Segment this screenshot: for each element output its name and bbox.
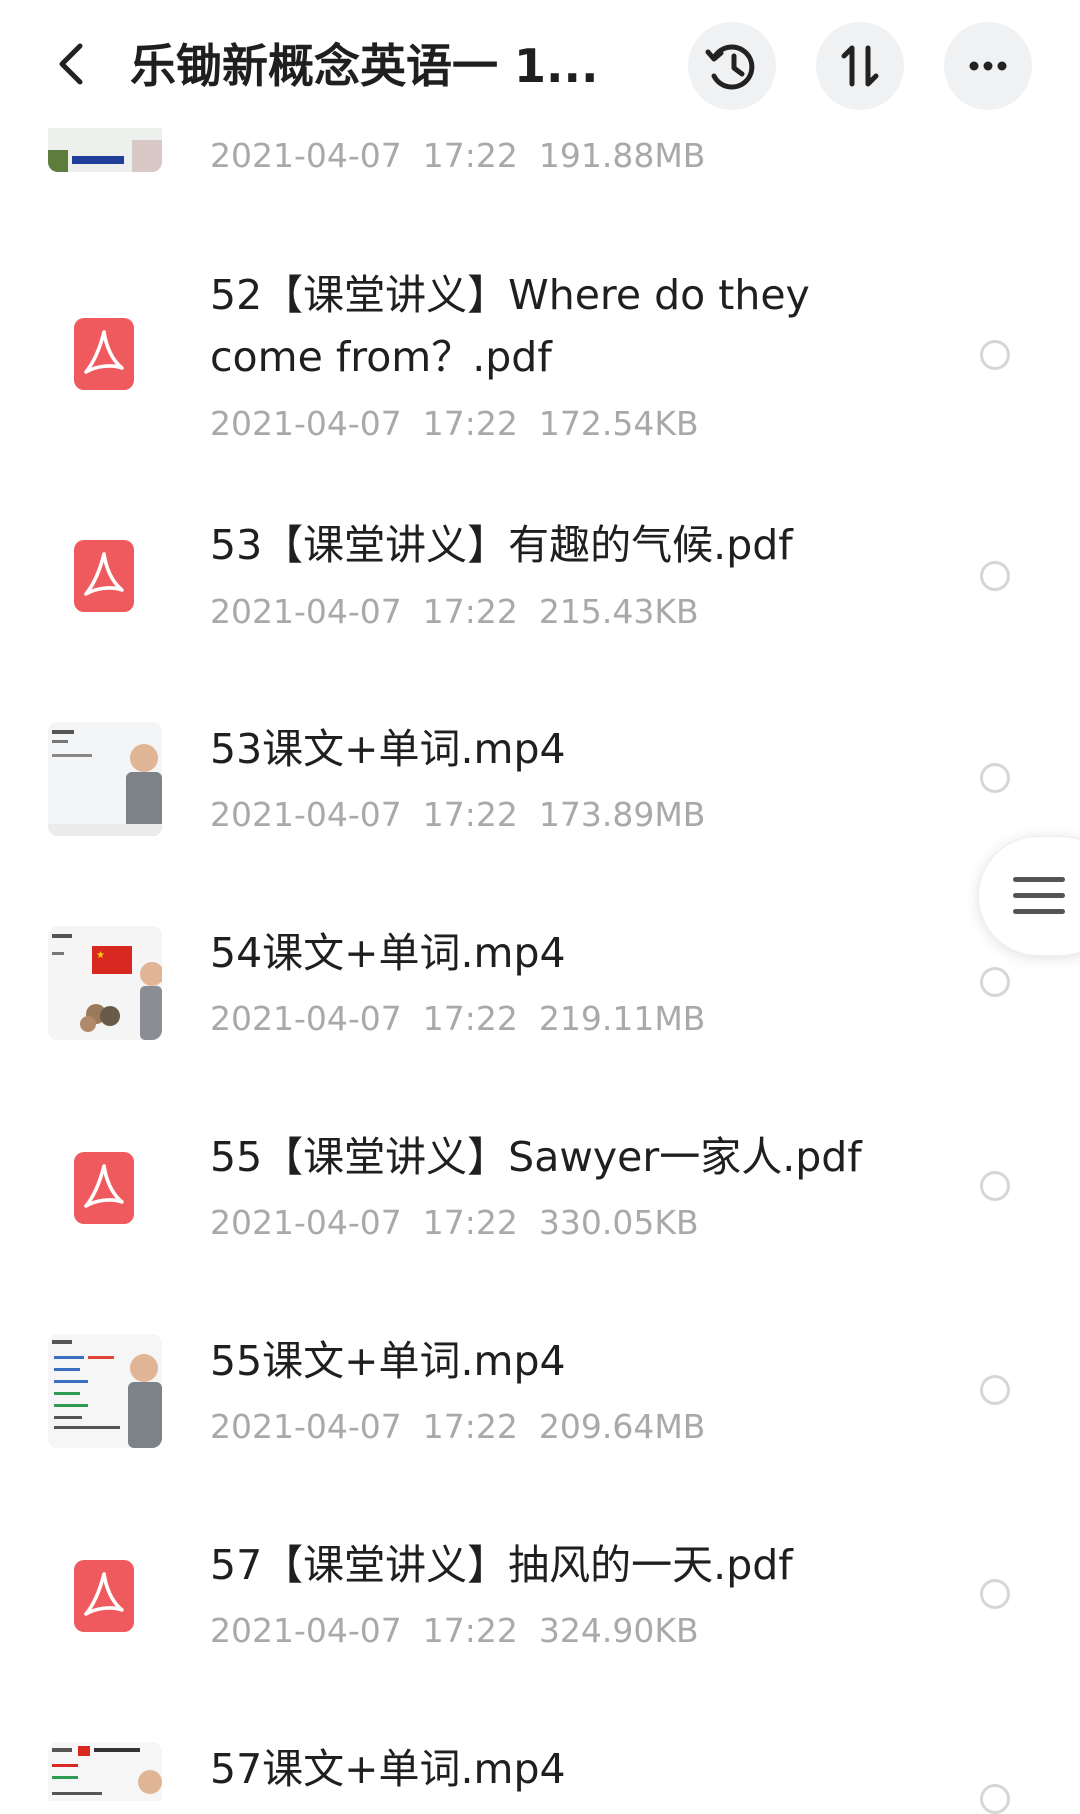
file-name: 54课文+单词.mp4: [210, 929, 566, 977]
file-meta: 2021-04-07 17:22 191.88MB: [210, 136, 706, 175]
history-button[interactable]: [688, 22, 776, 110]
select-radio[interactable]: [980, 1784, 1010, 1814]
select-radio[interactable]: [980, 1375, 1010, 1405]
file-name: 57课文+单词.mp4: [210, 1745, 566, 1793]
select-radio[interactable]: [980, 967, 1010, 997]
file-name: 52【课堂讲义】Where do they come from？.pdf: [210, 271, 810, 381]
select-radio[interactable]: [980, 340, 1010, 370]
file-name: 53课文+单词.mp4: [210, 725, 566, 773]
file-meta: 2021-04-07 17:22 173.89MB: [210, 795, 706, 834]
select-radio[interactable]: [980, 1171, 1010, 1201]
select-radio[interactable]: [980, 561, 1010, 591]
page-title: 乐锄新概念英语一 1...: [130, 39, 599, 93]
top-app-bar: 乐锄新概念英语一 1...: [0, 0, 1080, 128]
back-icon: [59, 43, 83, 85]
menu-line-icon: [1013, 877, 1065, 882]
file-meta: 2021-04-07 17:22 172.54KB: [210, 404, 699, 443]
file-name: 57【课堂讲义】抽风的一天.pdf: [210, 1541, 793, 1589]
file-name: 55【课堂讲义】Sawyer一家人.pdf: [210, 1133, 862, 1181]
video-thumbnail: [48, 1334, 162, 1448]
video-thumbnail: [48, 722, 162, 836]
select-radio[interactable]: [980, 763, 1010, 793]
pdf-file-icon: [74, 1560, 134, 1632]
file-name: 53【课堂讲义】有趣的气候.pdf: [210, 521, 793, 569]
file-list: 2021-04-07 17:22 191.88MB 52【课堂讲义】Where …: [0, 0, 1080, 1814]
pdf-file-icon: [74, 540, 134, 612]
menu-line-icon: [1013, 893, 1065, 898]
back-button[interactable]: [44, 34, 100, 94]
file-meta: 2021-04-07 17:22 330.05KB: [210, 1203, 699, 1242]
file-meta: 2021-04-07 17:22 209.64MB: [210, 1407, 706, 1446]
sort-icon: [841, 45, 879, 87]
history-icon: [705, 44, 755, 90]
sort-button[interactable]: [816, 22, 904, 110]
pdf-file-icon: [74, 318, 134, 390]
more-button[interactable]: [944, 22, 1032, 110]
select-radio[interactable]: [980, 1579, 1010, 1609]
video-thumbnail: [48, 1742, 162, 1801]
file-meta: 2021-04-07 17:22 219.11MB: [210, 999, 706, 1038]
more-icon: [969, 61, 1007, 71]
menu-line-icon: [1013, 909, 1065, 914]
pdf-file-icon: [74, 1152, 134, 1224]
file-name: 55课文+单词.mp4: [210, 1337, 566, 1385]
svg-text:★: ★: [96, 950, 105, 961]
video-thumbnail: ★: [48, 926, 162, 1040]
file-meta: 2021-04-07 17:22 324.90KB: [210, 1611, 699, 1650]
file-meta: 2021-04-07 17:22 215.43KB: [210, 592, 699, 631]
